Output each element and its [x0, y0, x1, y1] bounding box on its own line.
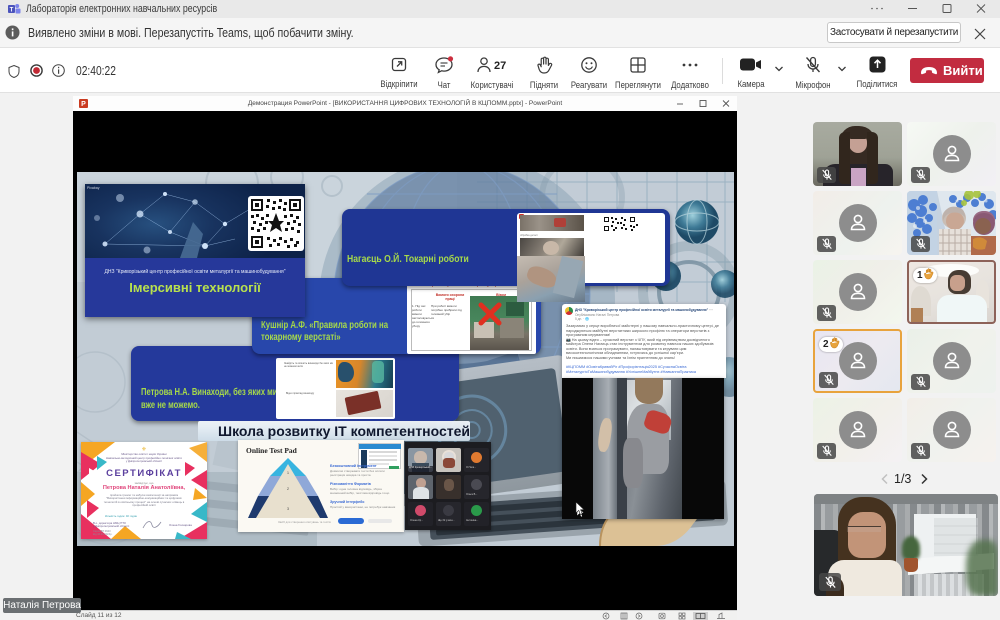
svg-text:T: T — [10, 8, 14, 14]
svg-text:27: 27 — [494, 60, 506, 72]
